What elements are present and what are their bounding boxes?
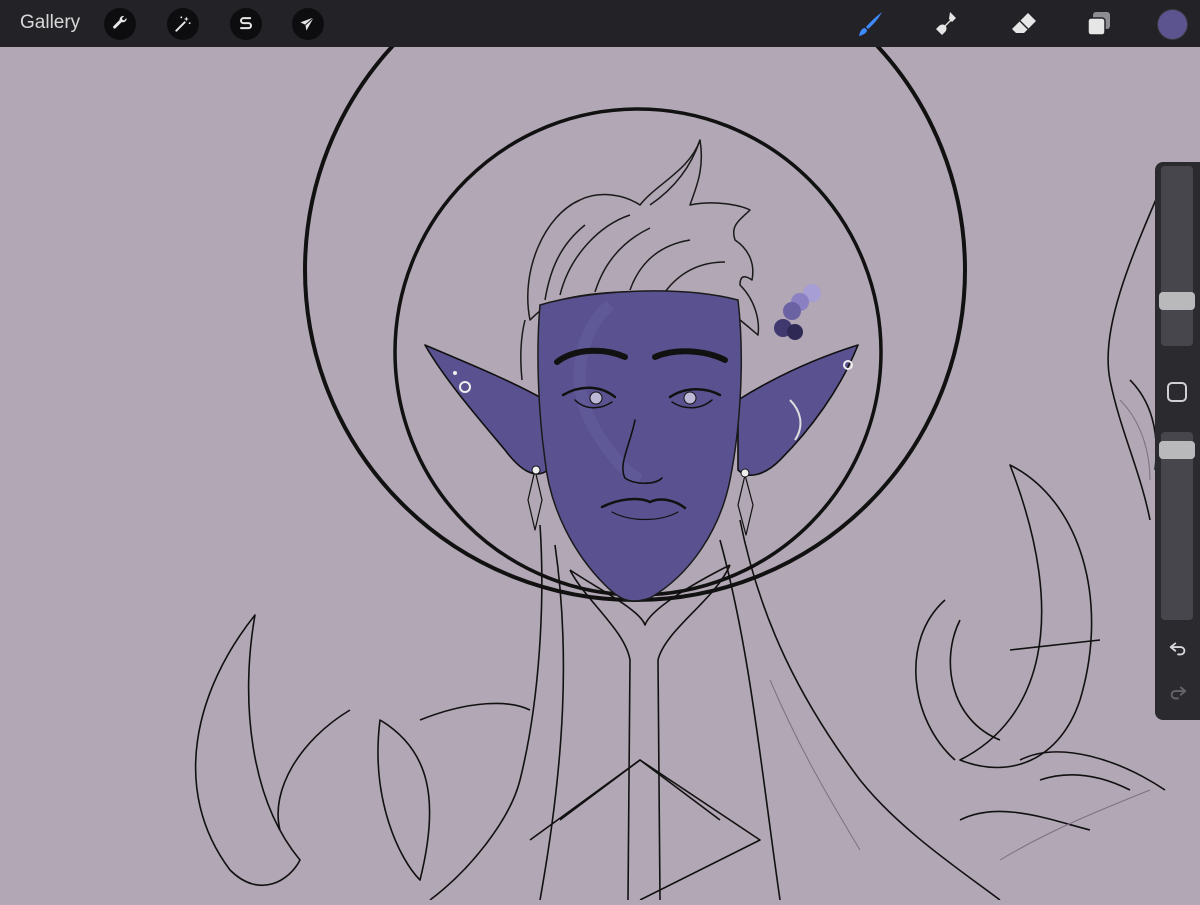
brush-stroke-shape	[866, 12, 882, 29]
redo-button[interactable]	[1165, 679, 1191, 705]
transform-button[interactable]	[292, 8, 324, 40]
undo-icon	[1169, 642, 1186, 656]
brush-size-slider[interactable]	[1159, 166, 1195, 346]
modify-button[interactable]	[1167, 382, 1187, 402]
face	[537, 290, 742, 602]
left-ear	[424, 344, 549, 475]
magic-wand-icon	[175, 16, 191, 32]
selection-button[interactable]	[230, 8, 262, 40]
brush-tool-button[interactable]	[853, 7, 887, 41]
opacity-thumb[interactable]	[1159, 440, 1195, 459]
undo-button[interactable]	[1165, 635, 1191, 661]
brush-sidebar	[1155, 162, 1200, 720]
top-toolbar: Gallery	[0, 0, 1200, 47]
selection-s-icon	[240, 17, 252, 30]
brush-icon	[859, 12, 882, 36]
opacity-slider[interactable]	[1159, 432, 1195, 620]
palette-dots	[774, 284, 821, 340]
color-picker-swatch[interactable]	[1158, 10, 1187, 39]
smudge-tool-button[interactable]	[930, 7, 964, 41]
arrow-cursor-icon	[300, 16, 315, 31]
redo-icon	[1170, 686, 1187, 700]
eraser-icon	[1012, 13, 1036, 33]
layers-tool-button[interactable]	[1082, 7, 1116, 41]
brush-size-thumb[interactable]	[1159, 292, 1195, 311]
layers-icon	[1087, 12, 1110, 36]
eraser-tool-button[interactable]	[1007, 7, 1041, 41]
actions-button[interactable]	[104, 8, 136, 40]
wrench-icon	[113, 15, 127, 29]
adjustments-button[interactable]	[167, 8, 199, 40]
smudge-icon	[936, 12, 956, 35]
drawing-canvas[interactable]	[0, 0, 1200, 901]
sketch-lines	[769, 399, 1151, 861]
artwork	[194, 0, 1166, 901]
gallery-button[interactable]: Gallery	[20, 12, 80, 34]
